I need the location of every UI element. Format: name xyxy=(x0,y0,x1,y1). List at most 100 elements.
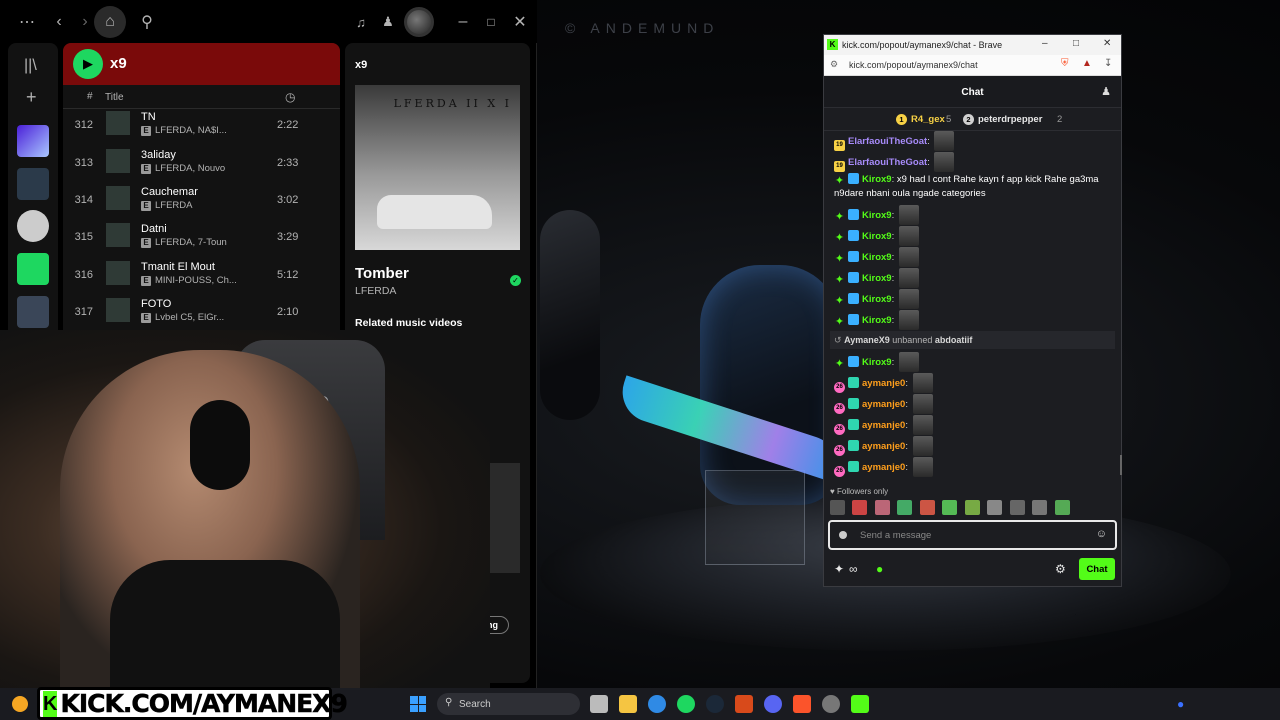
edge-icon[interactable] xyxy=(648,695,666,713)
chat-username[interactable]: Kirox9 xyxy=(862,210,892,221)
table-row[interactable]: 315 Datni E LFERDA, 7-Toun 3:29 xyxy=(63,219,340,256)
chat-username[interactable]: Kirox9 xyxy=(862,273,892,284)
sidebar-item-playlist[interactable] xyxy=(17,296,49,328)
play-button[interactable]: ▶ xyxy=(73,49,103,79)
track-artist[interactable]: LFERDA xyxy=(155,200,192,211)
close-icon[interactable]: ✕ xyxy=(508,10,532,34)
leader-name[interactable]: R4_gex xyxy=(911,114,945,125)
chat-username[interactable]: Kirox9 xyxy=(862,252,892,263)
emote-icon[interactable] xyxy=(1054,500,1070,515)
system-actor[interactable]: AymaneX9 xyxy=(844,335,890,345)
brave-icon[interactable] xyxy=(793,695,811,713)
search-icon[interactable]: ⚲ xyxy=(135,10,159,34)
table-row[interactable]: 316 Tmanit El Mout E MINI-POUSS, Ch... 5:12 xyxy=(63,257,340,294)
emote-icon[interactable] xyxy=(1009,500,1025,515)
table-row[interactable]: 313 3aliday E LFERDA, Nouvo 2:33 xyxy=(63,145,340,182)
emote-icon[interactable] xyxy=(852,500,868,515)
table-row[interactable]: 317 FOTO E Lvbel C5, ElGr... 2:10 xyxy=(63,294,340,331)
kick-icon[interactable]: ● xyxy=(876,562,883,576)
chat-username[interactable]: Kirox9 xyxy=(862,231,892,242)
user-settings-icon[interactable]: ♟ xyxy=(1101,85,1111,98)
column-title[interactable]: Title xyxy=(105,92,124,103)
minimize-icon[interactable]: – xyxy=(451,10,475,34)
close-icon[interactable]: ✕ xyxy=(1103,38,1111,49)
settings-icon[interactable]: ⚙ xyxy=(1055,562,1066,576)
file-explorer-icon[interactable] xyxy=(619,695,637,713)
emote-icon[interactable] xyxy=(987,500,1003,515)
taskbar-search[interactable]: ⚲ Search xyxy=(437,693,580,715)
track-name[interactable]: Cauchemar xyxy=(141,186,198,198)
chat-username[interactable]: aymanje0 xyxy=(862,462,905,473)
table-row[interactable]: 312 TN E LFERDA, NA$I... 2:22 xyxy=(63,107,340,144)
chat-username[interactable]: ElarfaouiTheGoat xyxy=(848,157,927,168)
track-name[interactable]: 3aliday xyxy=(141,149,176,161)
chat-username[interactable]: Kirox9 xyxy=(862,174,892,185)
emote-icon[interactable] xyxy=(830,500,845,515)
track-name[interactable]: Tmanit El Mout xyxy=(141,261,215,273)
emote-icon[interactable] xyxy=(1032,500,1048,515)
microphone-icon[interactable]: ● xyxy=(1177,697,1184,711)
bell-icon[interactable]: ♫ xyxy=(349,10,373,34)
track-artist[interactable]: LFERDA, Nouvo xyxy=(155,163,225,174)
steam-icon[interactable] xyxy=(706,695,724,713)
chat-username[interactable]: ElarfaouiTheGoat xyxy=(848,136,927,147)
channel-points-icon[interactable]: ✦ xyxy=(834,562,844,576)
now-playing-artist[interactable]: LFERDA xyxy=(355,285,396,297)
message-input[interactable] xyxy=(860,527,1090,544)
minimize-icon[interactable]: – xyxy=(1042,38,1048,49)
sidebar-item-playlist[interactable] xyxy=(17,253,49,285)
track-name[interactable]: Datni xyxy=(141,223,167,235)
library-icon[interactable]: ||\ xyxy=(24,57,37,75)
friends-icon[interactable]: ♟ xyxy=(376,10,400,34)
brave-shield-icon[interactable]: ⛨ xyxy=(1061,58,1069,69)
maximize-icon[interactable]: □ xyxy=(479,10,503,34)
obs-icon[interactable] xyxy=(822,695,840,713)
maximize-icon[interactable]: □ xyxy=(1073,38,1079,49)
app-icon[interactable] xyxy=(735,695,753,713)
emote-icon[interactable] xyxy=(942,500,958,515)
emote-icon[interactable] xyxy=(874,500,890,515)
chat-username[interactable]: aymanje0 xyxy=(862,399,905,410)
track-artist[interactable]: LFERDA, NA$I... xyxy=(155,125,227,136)
chat-scrollbar[interactable] xyxy=(1120,455,1122,475)
plus-icon[interactable]: + xyxy=(26,87,37,108)
chat-username[interactable]: aymanje0 xyxy=(862,378,905,389)
emote-icon[interactable] xyxy=(897,500,913,515)
system-target[interactable]: abdoatiif xyxy=(935,335,973,345)
url-text[interactable]: kick.com/popout/aymanex9/chat xyxy=(849,60,978,70)
spotify-icon[interactable] xyxy=(677,695,695,713)
track-name[interactable]: TN xyxy=(141,111,156,123)
sidebar-item-artist[interactable] xyxy=(17,210,49,242)
chat-username[interactable]: Kirox9 xyxy=(862,357,892,368)
liked-songs-icon[interactable] xyxy=(17,125,49,157)
kick-app-icon[interactable] xyxy=(851,695,869,713)
emote-icon[interactable] xyxy=(919,500,935,515)
discord-icon[interactable] xyxy=(764,695,782,713)
chat-username[interactable]: aymanje0 xyxy=(862,420,905,431)
saved-check-icon[interactable]: ✓ xyxy=(510,275,521,286)
back-icon[interactable]: ‹ xyxy=(47,10,71,34)
sidebar-item-playlist[interactable] xyxy=(17,168,49,200)
send-chat-button[interactable]: Chat xyxy=(1079,558,1115,580)
leader-name[interactable]: peterdrpepper xyxy=(978,114,1042,125)
chat-username[interactable]: aymanje0 xyxy=(862,441,905,452)
site-settings-icon[interactable]: ⚙ xyxy=(830,59,838,70)
emote-icon[interactable] xyxy=(964,500,980,515)
download-icon[interactable]: ↧ xyxy=(1104,58,1112,69)
address-bar[interactable]: ⚙ kick.com/popout/aymanex9/chat ⛨ ▲ ↧ xyxy=(824,55,1121,76)
brave-rewards-icon[interactable]: ▲ xyxy=(1082,58,1092,69)
task-view-icon[interactable] xyxy=(590,695,608,713)
more-icon[interactable]: ⋯ xyxy=(15,10,39,34)
avatar[interactable] xyxy=(404,7,434,37)
chat-username[interactable]: Kirox9 xyxy=(862,315,892,326)
track-name[interactable]: FOTO xyxy=(141,298,171,310)
emoji-picker-icon[interactable]: ☺ xyxy=(1096,528,1107,540)
track-artist[interactable]: MINI-POUSS, Ch... xyxy=(155,275,237,286)
infinity-icon[interactable]: ∞ xyxy=(849,562,858,576)
track-artist[interactable]: LFERDA, 7-Toun xyxy=(155,237,227,248)
message-input-box[interactable]: ☺ xyxy=(828,520,1117,550)
now-playing-title[interactable]: Tomber xyxy=(355,265,409,282)
chat-username[interactable]: Kirox9 xyxy=(862,294,892,305)
track-artist[interactable]: Lvbel C5, ElGr... xyxy=(155,312,224,323)
weather-icon[interactable] xyxy=(12,696,28,712)
